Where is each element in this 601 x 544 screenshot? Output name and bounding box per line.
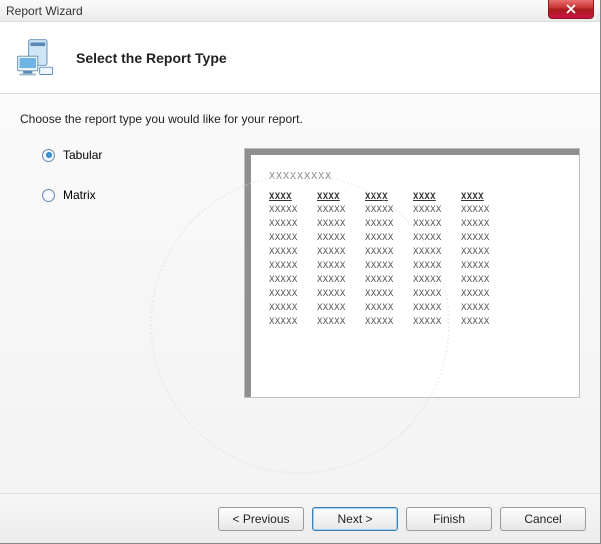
preview-cell: XXXXX: [413, 232, 455, 246]
preview-cell: XXXXX: [413, 204, 455, 218]
preview-cell: XXXXX: [269, 274, 311, 288]
preview-cell: XXXXX: [269, 302, 311, 316]
prompt-text: Choose the report type you would like fo…: [20, 112, 580, 126]
preview-cell: XXXXX: [365, 316, 407, 330]
preview-cell: XXXXX: [413, 302, 455, 316]
preview-cell: XXXXX: [269, 246, 311, 260]
preview-cell: XXXXX: [413, 218, 455, 232]
radio-icon: [42, 149, 55, 162]
titlebar: Report Wizard: [0, 0, 600, 22]
preview-cell: XXXXX: [317, 246, 359, 260]
preview-cell: XXXXX: [461, 274, 503, 288]
preview-cell: XXXXX: [461, 204, 503, 218]
preview-cell: XXXXX: [413, 260, 455, 274]
wizard-header: Select the Report Type: [0, 22, 600, 94]
preview-cell: XXXXX: [461, 218, 503, 232]
preview-cell: XXXXX: [269, 288, 311, 302]
preview-cell: XXXXX: [317, 218, 359, 232]
cancel-button[interactable]: Cancel: [500, 507, 586, 531]
preview-cell: XXXXX: [461, 232, 503, 246]
preview-cell: XXXXX: [365, 302, 407, 316]
radio-tabular-label: Tabular: [63, 148, 102, 162]
report-type-options: Tabular Matrix: [20, 148, 220, 398]
page-title: Select the Report Type: [76, 50, 227, 66]
preview-header-cell: XXXX: [269, 191, 311, 205]
preview-rows: XXXXXXXXXXXXXXXXXXXXXXXXXXXXXXXXXXXXXXXX…: [269, 204, 561, 329]
radio-matrix[interactable]: Matrix: [42, 188, 220, 202]
finish-button[interactable]: Finish: [406, 507, 492, 531]
close-button[interactable]: [548, 0, 594, 19]
wizard-footer: < Previous Next > Finish Cancel: [0, 493, 600, 543]
preview-cell: XXXXX: [317, 274, 359, 288]
preview-cell: XXXXX: [365, 246, 407, 260]
preview-cell: XXXXX: [269, 204, 311, 218]
preview-row: XXXXX XXXXX XXXXX XXXXX XXXXX: [269, 288, 561, 302]
preview-cell: XXXXX: [317, 232, 359, 246]
preview-cell: XXXXX: [413, 274, 455, 288]
preview-row: XXXXX XXXXX XXXXX XXXXX XXXXX: [269, 274, 561, 288]
preview-row: XXXXX XXXXX XXXXX XXXXX XXXXX: [269, 232, 561, 246]
preview-cell: XXXXX: [365, 288, 407, 302]
preview-header-cell: XXXX: [413, 191, 455, 205]
preview-cell: XXXXX: [461, 316, 503, 330]
preview-header-cell: XXXX: [365, 191, 407, 205]
preview-cell: XXXXX: [413, 288, 455, 302]
wizard-content: Choose the report type you would like fo…: [0, 94, 600, 493]
radio-matrix-label: Matrix: [63, 188, 96, 202]
preview-cell: XXXXX: [269, 218, 311, 232]
preview-cell: XXXXX: [269, 316, 311, 330]
preview-cell: XXXXX: [365, 204, 407, 218]
preview-cell: XXXXX: [461, 246, 503, 260]
preview-cell: XXXXX: [461, 302, 503, 316]
preview-cell: XXXXX: [269, 232, 311, 246]
preview-row: XXXXX XXXXX XXXXX XXXXX XXXXX: [269, 316, 561, 330]
window-title: Report Wizard: [6, 4, 83, 18]
preview-body: XXXXXXXXX XXXXXXXXXXXXXXXXXXXX XXXXXXXXX…: [261, 161, 569, 338]
preview-cell: XXXXX: [365, 274, 407, 288]
preview-cell: XXXXX: [317, 316, 359, 330]
preview-row: XXXXX XXXXX XXXXX XXXXX XXXXX: [269, 302, 561, 316]
preview-cell: XXXXX: [365, 218, 407, 232]
preview-cell: XXXXX: [413, 246, 455, 260]
preview-row: XXXXX XXXXX XXXXX XXXXX XXXXX: [269, 246, 561, 260]
preview-row: XXXXX XXXXX XXXXX XXXXX XXXXX: [269, 204, 561, 218]
preview-row: XXXXX XXXXX XXXXX XXXXX XXXXX: [269, 218, 561, 232]
preview-cell: XXXXX: [317, 288, 359, 302]
radio-icon: [42, 189, 55, 202]
preview-cell: XXXXX: [461, 288, 503, 302]
radio-tabular[interactable]: Tabular: [42, 148, 220, 162]
preview-row: XXXXX XXXXX XXXXX XXXXX XXXXX: [269, 260, 561, 274]
preview-header-row: XXXX XXXX XXXX XXXX XXXX: [269, 191, 561, 205]
preview-cell: XXXXX: [317, 260, 359, 274]
preview-cell: XXXXX: [317, 302, 359, 316]
preview-cell: XXXXX: [365, 260, 407, 274]
wizard-window: Report Wizard Select the Report Type Ch: [0, 0, 601, 544]
close-icon: [566, 4, 576, 14]
report-preview: XXXXXXXXX XXXXXXXXXXXXXXXXXXXX XXXXXXXXX…: [244, 148, 580, 398]
previous-button[interactable]: < Previous: [218, 507, 304, 531]
preview-cell: XXXXX: [317, 204, 359, 218]
preview-cell: XXXXX: [461, 260, 503, 274]
preview-cell: XXXXX: [269, 260, 311, 274]
preview-cell: XXXXX: [413, 316, 455, 330]
preview-cell: XXXXX: [365, 232, 407, 246]
computer-icon: [14, 36, 58, 80]
preview-header-cell: XXXX: [461, 191, 503, 205]
next-button[interactable]: Next >: [312, 507, 398, 531]
preview-title: XXXXXXXXX: [269, 169, 561, 185]
preview-header-cell: XXXX: [317, 191, 359, 205]
